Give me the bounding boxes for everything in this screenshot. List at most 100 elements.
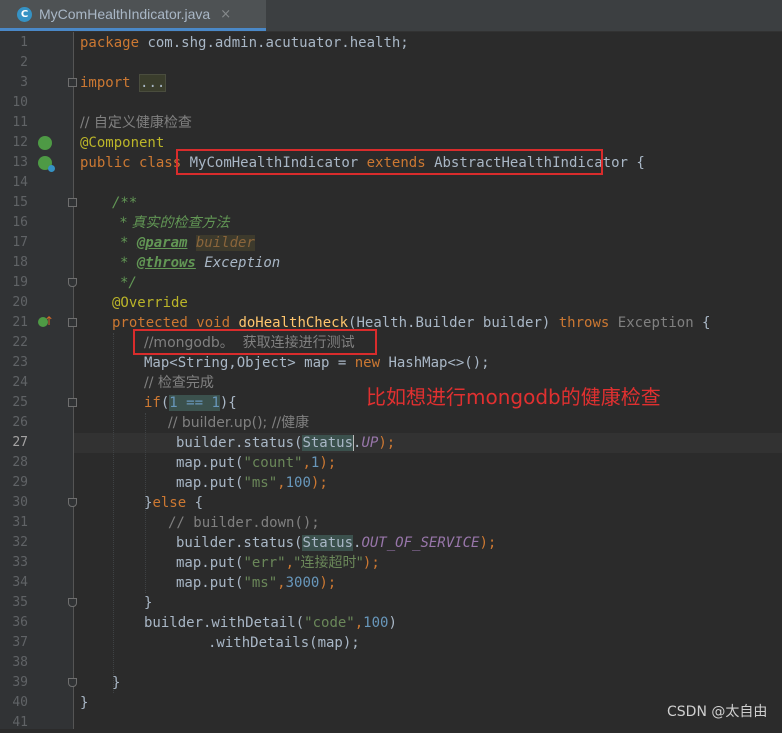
string-literal: "ms" [243, 575, 278, 591]
brace: { [186, 495, 204, 511]
comma: , [302, 455, 311, 471]
code-line: 40 } [0, 693, 782, 713]
code-line: 15 /** [0, 193, 782, 213]
code-text: .withDetails(map); [208, 635, 360, 651]
line-number: 28 [12, 455, 28, 470]
code-text: map.put( [176, 555, 244, 571]
string-literal: "code" [304, 615, 355, 631]
keyword: class [139, 155, 182, 171]
file-tab-label: MyComHealthIndicator.java [39, 6, 211, 22]
keyword: if [144, 395, 161, 411]
comma: , [285, 555, 295, 571]
line-number: 27 [12, 435, 28, 450]
fold-marker-icon[interactable] [68, 78, 77, 87]
fold-end-icon[interactable] [68, 278, 77, 287]
javadoc-tag: @throws [136, 255, 196, 271]
file-tab[interactable]: C MyComHealthIndicator.java × [0, 0, 266, 31]
line-number: 23 [12, 355, 28, 370]
exception-type: Exception [617, 315, 694, 331]
class-declaration-highlight-box [176, 149, 603, 175]
line-number: 13 [12, 155, 28, 170]
line-number: 31 [12, 515, 28, 530]
condition-highlight: 1 == 1 [169, 395, 220, 411]
code-line: 18 * @throws Exception [0, 253, 782, 273]
keyword: else [152, 495, 187, 511]
line-number: 20 [12, 295, 28, 310]
code-text: HashMap<>(); [380, 355, 490, 371]
line-number: 38 [12, 655, 28, 670]
javadoc-param: builder [195, 235, 255, 251]
folded-imports[interactable]: ... [139, 74, 167, 92]
code-text: map.put( [176, 455, 244, 471]
line-number: 16 [12, 215, 28, 230]
fold-end-icon[interactable] [68, 498, 77, 507]
mongodb-comment-highlight-box [133, 329, 377, 355]
static-field: OUT_OF_SERVICE [361, 535, 480, 551]
code-text: ){ [219, 395, 237, 411]
code-text: ); [310, 475, 328, 491]
line-number: 1 [20, 35, 28, 50]
comment: // builder.up(); //健康 [168, 415, 310, 431]
string-literal: "ms" [243, 475, 278, 491]
keyword: import [80, 75, 131, 91]
comma: , [277, 575, 286, 591]
code-text: map.put( [176, 575, 244, 591]
line-number: 11 [12, 115, 28, 130]
code-line: 21 protected void doHealthCheck(Health.B… [0, 313, 782, 333]
line-number: 17 [12, 235, 28, 250]
class-ref: Status [302, 435, 354, 451]
code-text: map.put( [176, 475, 244, 491]
code-text: (Health.Builder builder) [348, 315, 559, 331]
comment: // builder.down(); [168, 515, 320, 531]
code-line: 3 import ... [0, 73, 782, 93]
spring-bean-icon[interactable] [38, 136, 52, 150]
javadoc: */ [120, 275, 137, 291]
fold-end-icon[interactable] [68, 678, 77, 687]
keyword: public [80, 155, 131, 171]
javadoc-tag: @param [136, 235, 188, 251]
code-text: ); [479, 535, 497, 551]
red-annotation-text: 比如想进行mongodb的健康检查 [366, 385, 661, 409]
fold-marker-icon[interactable] [68, 198, 77, 207]
keyword: new [354, 355, 381, 371]
code-line: 17 * @param builder [0, 233, 782, 253]
code-text: builder.status( [176, 535, 303, 551]
brace: } [112, 675, 121, 691]
editor-tab-bar: C MyComHealthIndicator.java × [0, 0, 782, 32]
code-line: 38 [0, 653, 782, 673]
javadoc-exception: Exception [204, 255, 281, 271]
implements-arrow-icon[interactable]: ↑ [44, 314, 54, 328]
javadoc: * 真实的检查方法 [120, 215, 230, 231]
code-line: 29 map.put("ms",100); [0, 473, 782, 493]
code-text: Map<String,Object> map = [144, 355, 355, 371]
code-line: 20 @Override [0, 293, 782, 313]
line-number: 35 [12, 595, 28, 610]
code-line: 11 // 自定义健康检查 [0, 113, 782, 133]
code-line: 35 } [0, 593, 782, 613]
code-text: ); [319, 575, 337, 591]
code-line: 30 }else { [0, 493, 782, 513]
code-line: 28 map.put("count",1); [0, 453, 782, 473]
fold-marker-icon[interactable] [68, 318, 77, 327]
line-number: 36 [12, 615, 28, 630]
javadoc: * [120, 235, 137, 251]
code-line: 22 //mongodb。 获取连接进行测试 [0, 333, 782, 353]
line-number: 12 [12, 135, 28, 150]
code-text: ); [378, 435, 396, 451]
code-line: 26 // builder.up(); //健康 [0, 413, 782, 433]
spring-bean-navigate-icon[interactable] [38, 156, 55, 172]
code-line: 32 builder.status(Status.OUT_OF_SERVICE)… [0, 533, 782, 553]
number-literal: 3000 [285, 575, 320, 591]
fold-end-icon[interactable] [68, 598, 77, 607]
comma: , [277, 475, 286, 491]
code-text: ) [388, 615, 397, 631]
keyword: package [80, 35, 140, 51]
line-number: 39 [12, 675, 28, 690]
code-text: com.shg.admin.acutuator.health; [139, 35, 409, 51]
line-number: 14 [12, 175, 28, 190]
comment: // 检查完成 [144, 375, 214, 391]
fold-marker-icon[interactable] [68, 398, 77, 407]
string-literal: "err" [243, 555, 286, 571]
close-tab-icon[interactable]: × [220, 7, 231, 22]
code-text: builder.withDetail( [144, 615, 305, 631]
